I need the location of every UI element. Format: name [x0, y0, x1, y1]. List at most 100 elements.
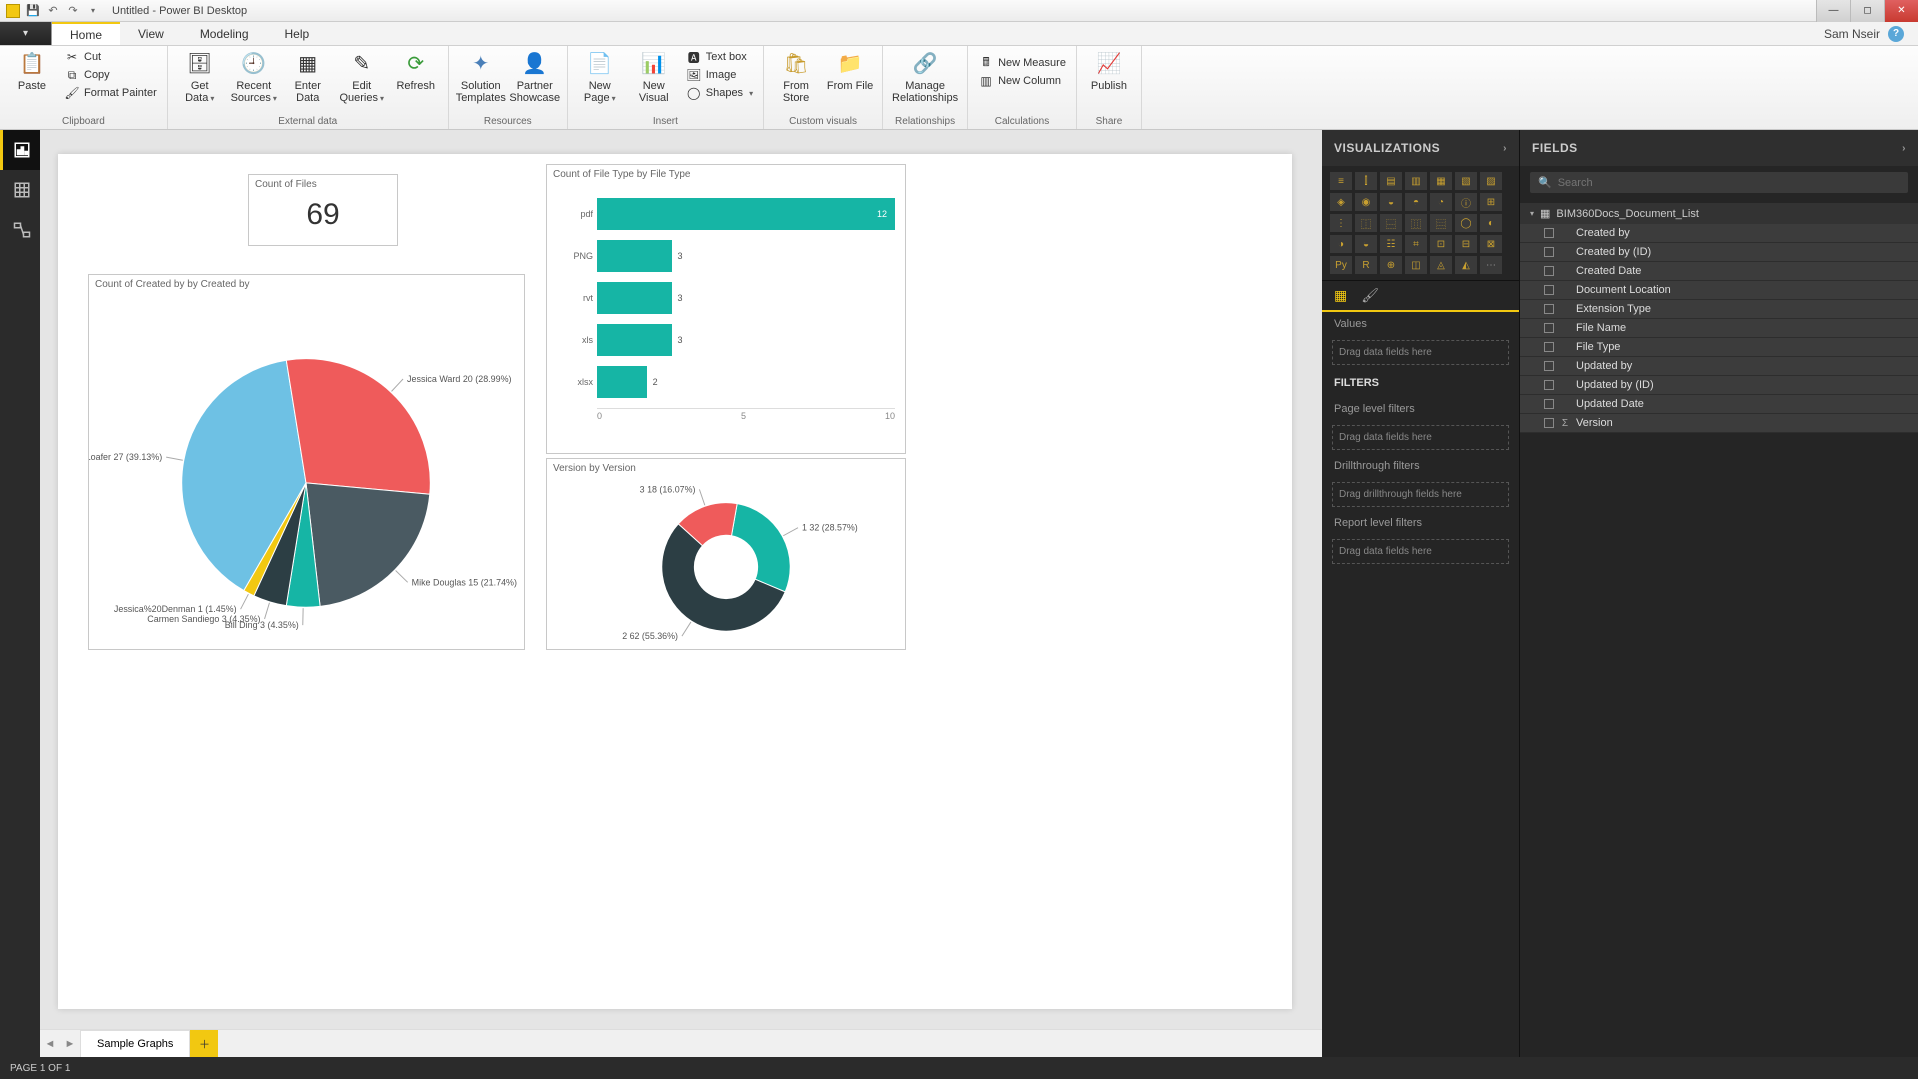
close-button[interactable]: ✕ — [1884, 0, 1918, 22]
viz-type-button[interactable]: ▦ — [1430, 172, 1452, 190]
field-item[interactable]: Updated by (ID) — [1520, 376, 1918, 395]
collapse-icon[interactable]: › — [1902, 143, 1906, 154]
field-item[interactable]: Updated Date — [1520, 395, 1918, 414]
report-page[interactable]: Count of Files 69 Count of File Type by … — [58, 154, 1292, 1009]
cut-button[interactable]: ✂Cut — [60, 48, 161, 66]
viz-type-button[interactable]: ◒ — [1380, 193, 1402, 211]
maximize-button[interactable]: ◻ — [1850, 0, 1884, 22]
copy-button[interactable]: ⧉Copy — [60, 66, 161, 84]
pagetab-prev-button[interactable]: ◄ — [40, 1030, 60, 1057]
new-visual-button[interactable]: 📊New Visual — [628, 48, 680, 106]
field-item[interactable]: File Type — [1520, 338, 1918, 357]
model-view-button[interactable] — [0, 210, 40, 250]
page-filters-dropwell[interactable]: Drag data fields here — [1332, 425, 1509, 450]
visual-bar-filetype[interactable]: Count of File Type by File Type pdf 12PN… — [546, 164, 906, 454]
table-node[interactable]: ▾▦BIM360Docs_Document_List — [1520, 203, 1918, 224]
from-file-button[interactable]: 📁From File — [824, 48, 876, 94]
tab-view[interactable]: View — [120, 22, 182, 45]
field-checkbox[interactable] — [1544, 361, 1554, 371]
field-checkbox[interactable] — [1544, 247, 1554, 257]
recent-sources-button[interactable]: 🕘Recent Sources▾ — [228, 48, 280, 106]
image-button[interactable]: 🖼Image — [682, 66, 757, 84]
visual-pie-createdby[interactable]: Count of Created by by Created by Penny%… — [88, 274, 525, 650]
viz-type-button[interactable]: ◓ — [1405, 193, 1427, 211]
viz-type-button[interactable]: ◒ — [1355, 235, 1377, 253]
viz-type-button[interactable]: ⊠ — [1480, 235, 1502, 253]
refresh-button[interactable]: ⟳Refresh — [390, 48, 442, 94]
viz-type-button[interactable]: ◔ — [1430, 193, 1452, 211]
viz-type-button[interactable]: ⊕ — [1380, 256, 1402, 274]
viz-type-button[interactable]: ⊞ — [1480, 193, 1502, 211]
visual-donut-version[interactable]: Version by Version 1 32 (28.57%)2 62 (55… — [546, 458, 906, 650]
field-checkbox[interactable] — [1544, 304, 1554, 314]
viz-type-button[interactable]: ⊟ — [1455, 235, 1477, 253]
viz-type-button[interactable]: ▨ — [1480, 172, 1502, 190]
viz-type-button[interactable]: ◭ — [1455, 256, 1477, 274]
field-item[interactable]: ΣVersion — [1520, 414, 1918, 433]
viz-type-button[interactable]: ⿲ — [1405, 214, 1427, 232]
viz-type-button[interactable]: ◐ — [1480, 214, 1502, 232]
viz-type-button[interactable]: Py — [1330, 256, 1352, 274]
tab-modeling[interactable]: Modeling — [182, 22, 267, 45]
field-item[interactable]: Created by (ID) — [1520, 243, 1918, 262]
fields-search-input[interactable] — [1558, 177, 1900, 189]
viz-type-button[interactable]: ⿳ — [1430, 214, 1452, 232]
viz-type-button[interactable]: R — [1355, 256, 1377, 274]
viz-type-button[interactable]: ⌗ — [1405, 235, 1427, 253]
solution-templates-button[interactable]: ✦Solution Templates — [455, 48, 507, 106]
file-tab[interactable]: ▾ — [0, 22, 52, 45]
paste-button[interactable]: 📋Paste — [6, 48, 58, 94]
viz-type-button[interactable]: ▥ — [1405, 172, 1427, 190]
viz-type-button[interactable]: ◯ — [1455, 214, 1477, 232]
manage-relationships-button[interactable]: 🔗Manage Relationships — [889, 48, 961, 106]
textbox-button[interactable]: 🅰Text box — [682, 48, 757, 66]
undo-icon[interactable]: ↶ — [46, 4, 60, 18]
viz-type-button[interactable]: ⿱ — [1380, 214, 1402, 232]
field-checkbox[interactable] — [1544, 380, 1554, 390]
new-page-button[interactable]: 📄New Page▾ — [574, 48, 626, 106]
field-item[interactable]: Extension Type — [1520, 300, 1918, 319]
enter-data-button[interactable]: ▦Enter Data — [282, 48, 334, 106]
pagetab-next-button[interactable]: ► — [60, 1030, 80, 1057]
partner-showcase-button[interactable]: 👤Partner Showcase — [509, 48, 561, 106]
viz-type-button[interactable]: ◑ — [1330, 235, 1352, 253]
field-item[interactable]: Created by — [1520, 224, 1918, 243]
tab-help[interactable]: Help — [267, 22, 328, 45]
viz-type-button[interactable]: ◬ — [1430, 256, 1452, 274]
values-dropwell[interactable]: Drag data fields here — [1332, 340, 1509, 365]
viz-type-button[interactable]: ⫿ — [1355, 172, 1377, 190]
field-checkbox[interactable] — [1544, 285, 1554, 295]
format-tab-icon[interactable]: 🖌 — [1361, 287, 1379, 304]
viz-type-button[interactable]: ▤ — [1380, 172, 1402, 190]
viz-type-button[interactable]: ◉ — [1355, 193, 1377, 211]
new-measure-button[interactable]: 🖩New Measure — [974, 54, 1070, 72]
publish-button[interactable]: 📈Publish — [1083, 48, 1135, 94]
drill-filters-dropwell[interactable]: Drag drillthrough fields here — [1332, 482, 1509, 507]
save-icon[interactable]: 💾 — [26, 4, 40, 18]
visual-card-count-files[interactable]: Count of Files 69 — [248, 174, 398, 246]
viz-type-button[interactable]: ◫ — [1405, 256, 1427, 274]
new-column-button[interactable]: ▥New Column — [974, 72, 1070, 90]
format-painter-button[interactable]: 🖌Format Painter — [60, 84, 161, 102]
viz-type-button[interactable]: ⓘ — [1455, 193, 1477, 211]
viz-type-button[interactable]: ▧ — [1455, 172, 1477, 190]
field-item[interactable]: Updated by — [1520, 357, 1918, 376]
field-checkbox[interactable] — [1544, 323, 1554, 333]
viz-type-button[interactable]: ☷ — [1380, 235, 1402, 253]
tab-home[interactable]: Home — [52, 22, 120, 45]
report-view-button[interactable] — [0, 130, 40, 170]
add-page-button[interactable]: ＋ — [190, 1030, 218, 1057]
viz-type-button[interactable]: ⋯ — [1480, 256, 1502, 274]
data-view-button[interactable] — [0, 170, 40, 210]
qat-dropdown-icon[interactable]: ▾ — [86, 4, 100, 18]
edit-queries-button[interactable]: ✎Edit Queries▾ — [336, 48, 388, 106]
fields-search[interactable]: 🔍 — [1530, 172, 1908, 193]
field-checkbox[interactable] — [1544, 266, 1554, 276]
signed-in-user[interactable]: Sam Nseir — [1824, 27, 1880, 41]
viz-type-button[interactable]: ◈ — [1330, 193, 1352, 211]
field-item[interactable]: File Name — [1520, 319, 1918, 338]
fields-tab-icon[interactable]: ▦ — [1334, 287, 1347, 304]
shapes-button[interactable]: ◯Shapes▾ — [682, 84, 757, 102]
redo-icon[interactable]: ↷ — [66, 4, 80, 18]
minimize-button[interactable]: — — [1816, 0, 1850, 22]
